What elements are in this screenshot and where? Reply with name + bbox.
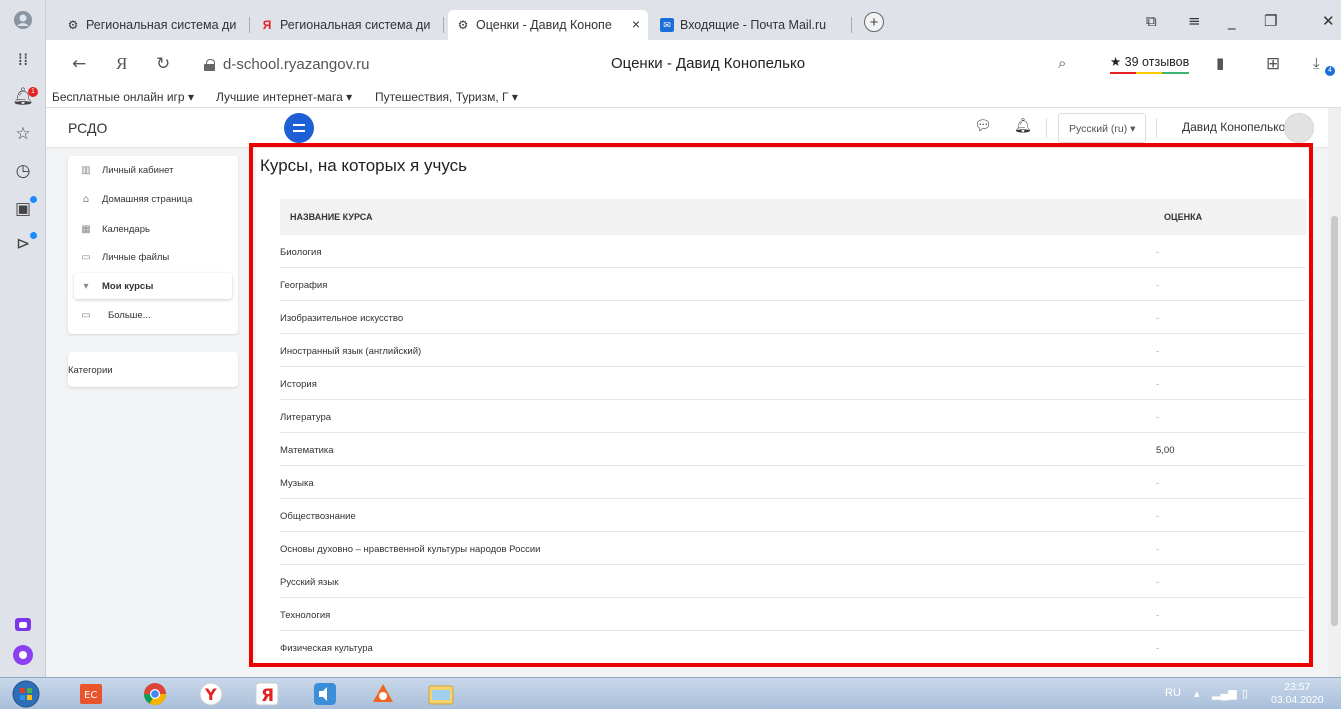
nav-item-my-courses[interactable]: ▾ Мои курсы [74,273,232,299]
downloads-icon[interactable]: ⤓ [1313,54,1320,72]
menu-toggle-button[interactable] [284,113,314,143]
avatar[interactable] [1284,113,1314,143]
bookmark-travel[interactable]: Путешествия, Туризм, Г ▾ [375,90,518,104]
nav-item-label: Календарь [102,223,150,235]
nav-item-more[interactable]: ▭ Больше... [68,303,238,327]
input-language[interactable]: RU [1165,687,1181,699]
mail-favicon-icon: ✉ [660,18,674,32]
url-field[interactable]: d-school.ryazangov.ru [204,56,369,73]
highlight-frame [249,143,1313,667]
nav-item-label: Мои курсы [102,280,154,292]
messages-icon[interactable]: 💬︎ [974,118,992,134]
apps-grid-icon[interactable]: ⁞⁞ [12,49,34,71]
search-icon[interactable]: ⌕ [1058,54,1066,72]
clock-date: 03.04.2020 [1271,694,1324,706]
network-signal-icon[interactable]: ▂▄▆ [1212,687,1237,700]
tab-close-icon[interactable]: × [632,16,640,32]
site-brand[interactable]: РСДО [68,120,107,136]
history-clock-icon[interactable]: ◷ [12,160,34,182]
tab-label: Оценки - Давид Конопе [476,18,612,32]
categories-block[interactable]: Категории [68,352,238,387]
media-dot [30,232,37,239]
categories-label: Категории [68,365,113,376]
user-name[interactable]: Давид Конопелько [1182,120,1285,134]
dictionary-app-icon[interactable]: EC [66,680,116,708]
power-icon[interactable]: ▯ [1242,687,1248,700]
system-clock[interactable]: 23:57 03.04.2020 [1271,681,1324,707]
site-favicon-icon: ⚙ [457,18,469,32]
start-button[interactable] [4,680,48,708]
tabs-menu-icon[interactable]: ⧉ [1146,12,1157,30]
alice-assistant-icon[interactable] [12,644,34,666]
yandex-favicon-icon: Я [262,18,272,32]
address-bar-row: ← Я ↻ d-school.ryazangov.ru Оценки - Дав… [46,40,1341,88]
yandex-browser-icon[interactable]: Y [186,680,236,708]
bookmark-games[interactable]: Бесплатные онлайн игр ▾ [52,90,194,104]
chevron-down-icon: ▾ [83,280,89,292]
url-text: d-school.ryazangov.ru [223,56,370,73]
back-arrow-icon[interactable]: ← [72,54,86,74]
downloads-badge: 4 [1325,66,1335,76]
browser-menu-icon[interactable]: ≡ [1188,12,1201,30]
tab-label: Региональная система ди [280,18,431,32]
nav-item-home[interactable]: ⌂ Домашняя страница [68,187,238,211]
tray-expand-icon[interactable]: ▴ [1194,687,1200,700]
svg-text:Y: Y [204,685,217,704]
nav-item-calendar[interactable]: ▦ Календарь [68,217,238,241]
new-tab-button[interactable]: + [864,12,884,32]
chrome-icon[interactable] [130,680,180,708]
tab-label: Региональная система ди [86,18,237,32]
home-icon: ⌂ [82,193,90,205]
restore-icon[interactable]: ❐ [1264,12,1277,30]
dashboard-icon: ▥ [81,164,91,176]
close-window-icon[interactable]: ✕ [1322,12,1335,30]
site-favicon-icon: ⚙ [67,18,79,32]
yandex-logo-icon[interactable]: Я [116,54,127,74]
page-title: Оценки - Давид Конопелько [611,55,806,72]
tab-regional-2[interactable]: Я Региональная система ди [252,10,444,40]
avast-icon[interactable] [358,680,408,708]
nav-item-label: Личные файлы [102,251,170,263]
tab-regional-1[interactable]: ⚙ Региональная система ди [58,10,250,40]
bookmark-shops[interactable]: Лучшие интернет-мага ▾ [216,90,352,104]
notification-badge: 1 [28,87,38,97]
taskbar: EC Y Я RU ▴ ▂▄▆ ▯ 23:57 03.04.2020 [0,677,1341,709]
reviews-badge[interactable]: ★ 39 отзывов [1110,54,1190,74]
files-icon: ▭ [81,251,91,263]
media-player-icon[interactable] [300,680,350,708]
tab-label: Входящие - Почта Mail.ru [680,18,827,32]
yandex-icon[interactable]: Я [242,680,292,708]
lock-icon [204,58,215,71]
nav-item-label: Домашняя страница [102,193,193,205]
svg-text:EC: EC [84,690,97,701]
bell-icon[interactable]: 🔔︎ [1014,118,1032,134]
tab-mail[interactable]: ✉ Входящие - Почта Mail.ru [652,10,852,40]
collections-dot [30,196,37,203]
nav-item-dashboard[interactable]: ▥ Личный кабинет [68,158,238,182]
calendar-icon: ▦ [81,223,91,235]
reload-icon[interactable]: ↻ [156,54,170,74]
site-header: РСДО 💬︎ 🔔︎ Русский (ru) ▾ Давид Конопель… [46,108,1341,148]
translate-icon[interactable]: ⊞ [1266,54,1280,74]
minimize-icon[interactable]: _ [1228,12,1236,30]
nav-drawer: ▥ Личный кабинет ⌂ Домашняя страница ▦ К… [68,156,238,334]
page-scrollbar[interactable] [1328,108,1341,677]
bookmark-icon[interactable]: ▮ [1216,54,1224,72]
tab-grades[interactable]: ⚙ Оценки - Давид Конопе × [448,10,648,40]
tab-strip: ⚙ Региональная система ди Я Региональная… [46,0,1341,40]
explorer-folder-icon[interactable] [416,680,466,708]
browser-sidebar: ⁞⁞ 🔔︎ 1 ☆ ◷ ▣ ⊳ [0,0,46,677]
alice-home-icon[interactable] [12,612,34,634]
nav-item-label: Личный кабинет [102,164,174,176]
folder-icon: ▭ [81,309,91,321]
bookmarks-bar: Бесплатные онлайн игр ▾ Лучшие интернет-… [46,88,1341,108]
svg-text:Я: Я [261,686,274,706]
profile-icon[interactable] [12,9,34,31]
scrollbar-thumb[interactable] [1331,216,1338,626]
clock-time: 23:57 [1284,681,1311,693]
nav-item-files[interactable]: ▭ Личные файлы [68,245,238,269]
nav-item-label: Больше... [108,309,151,321]
language-selector[interactable]: Русский (ru) ▾ [1058,113,1147,143]
favorites-star-icon[interactable]: ☆ [12,123,34,145]
